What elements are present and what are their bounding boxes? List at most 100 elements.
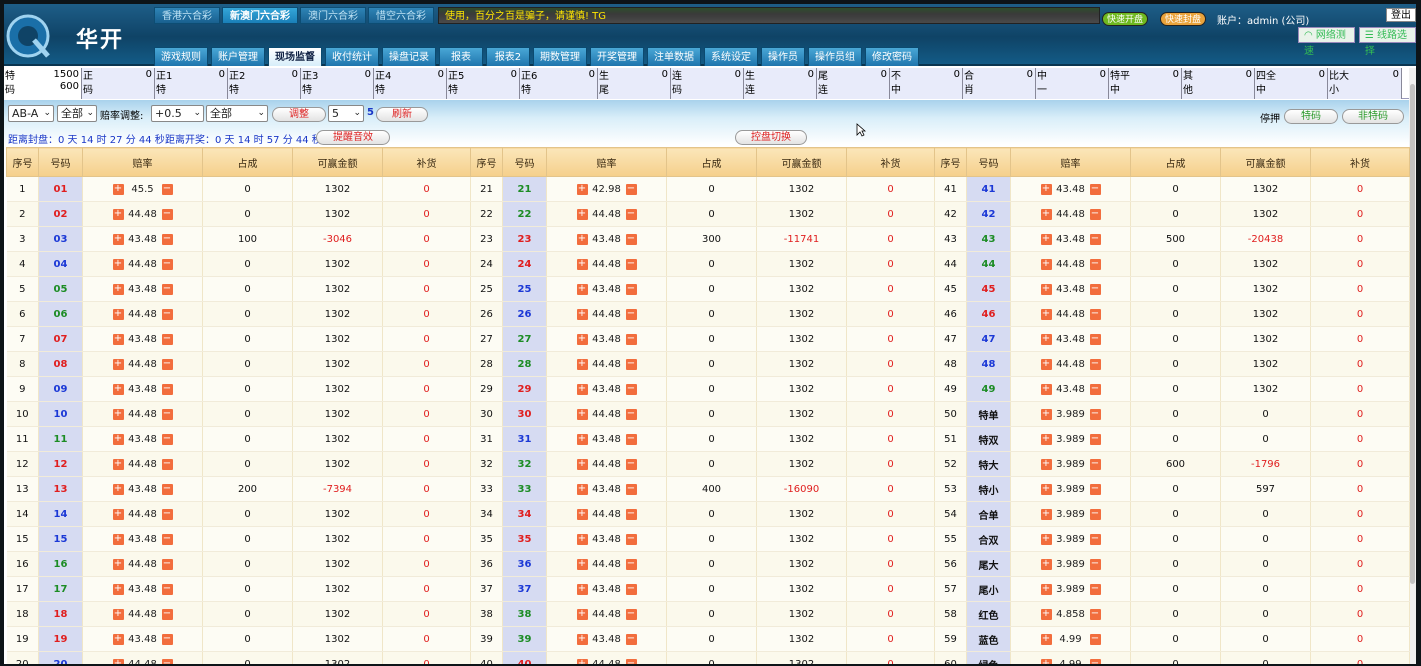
plus-icon[interactable]: + (576, 333, 588, 345)
restock-cell[interactable]: 0 (1310, 551, 1410, 577)
menu-item[interactable]: 注单数据 (647, 47, 701, 66)
menu-item[interactable]: 现场监督 (268, 47, 322, 66)
minus-icon[interactable]: − (625, 383, 637, 395)
restock-cell[interactable]: 0 (382, 376, 471, 402)
restock-cell[interactable]: 0 (846, 501, 935, 527)
restock-cell[interactable]: 0 (1310, 601, 1410, 627)
minus-icon[interactable]: − (161, 483, 173, 495)
minus-icon[interactable]: − (161, 308, 173, 320)
refresh-button[interactable]: 刷新 (376, 107, 428, 122)
plus-icon[interactable]: + (576, 458, 588, 470)
minus-icon[interactable]: − (1089, 183, 1101, 195)
plus-icon[interactable]: + (1040, 608, 1052, 620)
category-cell[interactable]: 正1 特 0 (155, 68, 228, 99)
restock-cell[interactable]: 0 (1310, 326, 1410, 352)
lottery-tab[interactable]: 惜空六合彩 (368, 7, 434, 24)
minus-icon[interactable]: − (161, 258, 173, 270)
minus-icon[interactable]: − (625, 483, 637, 495)
plus-icon[interactable]: + (1040, 408, 1052, 420)
plus-icon[interactable]: + (1040, 308, 1052, 320)
minus-icon[interactable]: − (625, 558, 637, 570)
menu-item[interactable]: 操作员组 (808, 47, 862, 66)
minus-icon[interactable]: − (625, 233, 637, 245)
plus-icon[interactable]: + (112, 183, 124, 195)
restock-cell[interactable]: 0 (1310, 351, 1410, 377)
plus-icon[interactable]: + (576, 533, 588, 545)
plus-icon[interactable]: + (1040, 633, 1052, 645)
restock-cell[interactable]: 0 (846, 376, 935, 402)
plus-icon[interactable]: + (112, 408, 124, 420)
category-cell[interactable]: 正3 特 0 (301, 68, 374, 99)
plus-icon[interactable]: + (112, 308, 124, 320)
category-cell[interactable]: 四全 中 0 (1255, 68, 1328, 99)
menu-item[interactable]: 修改密码 (865, 47, 919, 66)
minus-icon[interactable]: − (1089, 483, 1101, 495)
plus-icon[interactable]: + (576, 358, 588, 370)
plus-icon[interactable]: + (112, 358, 124, 370)
minus-icon[interactable]: − (625, 358, 637, 370)
restock-cell[interactable]: 0 (1310, 451, 1410, 477)
menu-item[interactable]: 操作员 (761, 47, 805, 66)
restock-cell[interactable]: 0 (382, 201, 471, 227)
scrollbar-thumb[interactable] (1410, 84, 1415, 584)
plus-icon[interactable]: + (576, 383, 588, 395)
restock-cell[interactable]: 0 (382, 401, 471, 427)
restock-cell[interactable]: 0 (1310, 526, 1410, 552)
minus-icon[interactable]: − (625, 283, 637, 295)
minus-icon[interactable]: − (625, 508, 637, 520)
minus-icon[interactable]: − (1089, 283, 1101, 295)
minus-icon[interactable]: − (1089, 383, 1101, 395)
restock-cell[interactable]: 0 (382, 301, 471, 327)
minus-icon[interactable]: − (161, 233, 173, 245)
restock-cell[interactable]: 0 (382, 651, 471, 664)
plus-icon[interactable]: + (112, 458, 124, 470)
minus-icon[interactable]: − (1089, 233, 1101, 245)
restock-cell[interactable]: 0 (382, 501, 471, 527)
menu-item[interactable]: 操盘记录 (382, 47, 436, 66)
minus-icon[interactable]: − (625, 608, 637, 620)
minus-icon[interactable]: − (161, 583, 173, 595)
restock-cell[interactable]: 0 (1310, 426, 1410, 452)
restock-cell[interactable]: 0 (382, 451, 471, 477)
plus-icon[interactable]: + (112, 233, 124, 245)
restock-cell[interactable]: 0 (846, 201, 935, 227)
non-special-button[interactable]: 非特码 (1342, 109, 1404, 124)
restock-cell[interactable]: 0 (382, 576, 471, 602)
restock-cell[interactable]: 0 (382, 551, 471, 577)
count-select[interactable]: 5 ⌄ (328, 105, 364, 122)
minus-icon[interactable]: − (625, 333, 637, 345)
plus-icon[interactable]: + (576, 633, 588, 645)
lottery-tab[interactable]: 香港六合彩 (154, 7, 220, 24)
minus-icon[interactable]: − (625, 258, 637, 270)
plus-icon[interactable]: + (1040, 533, 1052, 545)
restock-cell[interactable]: 0 (1310, 501, 1410, 527)
range-select[interactable]: 全部 ⌄ (206, 105, 268, 122)
restock-cell[interactable]: 0 (382, 601, 471, 627)
menu-item[interactable]: 开奖管理 (590, 47, 644, 66)
restock-cell[interactable]: 0 (1310, 651, 1410, 664)
menu-item[interactable]: 游戏规则 (154, 47, 208, 66)
minus-icon[interactable]: − (625, 583, 637, 595)
restock-cell[interactable]: 0 (1310, 176, 1410, 202)
restock-cell[interactable]: 0 (382, 276, 471, 302)
restock-cell[interactable]: 0 (1310, 626, 1410, 652)
minus-icon[interactable]: − (625, 658, 637, 664)
minus-icon[interactable]: − (1089, 608, 1101, 620)
vertical-scrollbar[interactable] (1409, 68, 1416, 664)
restock-cell[interactable]: 0 (1310, 376, 1410, 402)
plus-icon[interactable]: + (1040, 333, 1052, 345)
menu-item[interactable]: 账户管理 (211, 47, 265, 66)
restock-cell[interactable]: 0 (382, 251, 471, 277)
special-button[interactable]: 特码 (1284, 109, 1338, 124)
plus-icon[interactable]: + (112, 333, 124, 345)
restock-cell[interactable]: 0 (846, 551, 935, 577)
restock-cell[interactable]: 0 (846, 351, 935, 377)
minus-icon[interactable]: − (625, 633, 637, 645)
restock-cell[interactable]: 0 (1310, 226, 1410, 252)
plus-icon[interactable]: + (1040, 208, 1052, 220)
plus-icon[interactable]: + (1040, 183, 1052, 195)
minus-icon[interactable]: − (161, 533, 173, 545)
restock-cell[interactable]: 0 (1310, 201, 1410, 227)
category-cell[interactable]: 特平 中 0 (1109, 68, 1182, 99)
minus-icon[interactable]: − (625, 408, 637, 420)
